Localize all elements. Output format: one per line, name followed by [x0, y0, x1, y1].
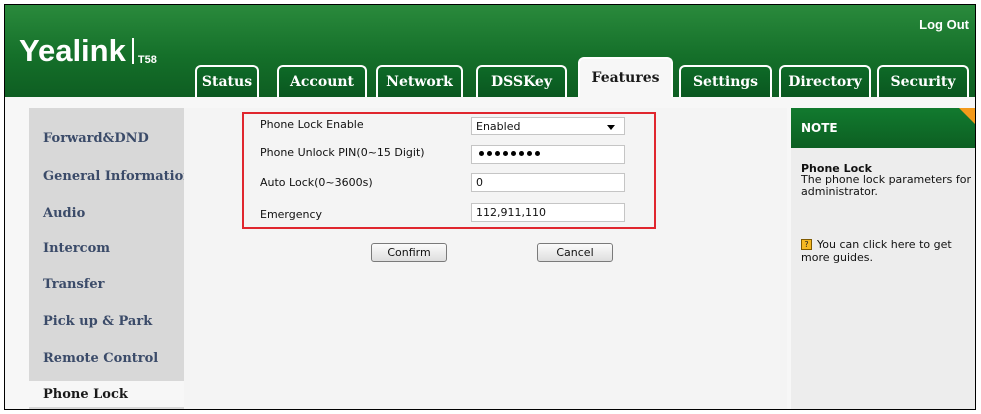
tab-status[interactable]: Status	[195, 65, 259, 97]
sidebar-item-transfer[interactable]: Transfer	[29, 271, 189, 297]
confirm-button[interactable]: Confirm	[371, 243, 447, 262]
emergency-label: Emergency	[260, 208, 323, 221]
sidebar-item-audio[interactable]: Audio	[29, 200, 189, 226]
password-dot	[511, 151, 516, 156]
sidebar-item-remote-control[interactable]: Remote Control	[29, 345, 189, 371]
yealink-logo: Yealink T58	[19, 33, 157, 69]
password-dot	[527, 151, 532, 156]
tab-network[interactable]: Network	[376, 65, 463, 97]
tab-dsskey[interactable]: DSSKey	[476, 65, 567, 97]
phone-lock-enable-value: Enabled	[476, 119, 521, 133]
logo-model: T58	[137, 54, 157, 66]
password-dot	[487, 151, 492, 156]
emergency-input[interactable]: 112,911,110	[471, 203, 625, 222]
tab-account[interactable]: Account	[277, 65, 367, 97]
tab-features[interactable]: Features	[578, 57, 673, 97]
sidebar-item-intercom[interactable]: Intercom	[29, 235, 189, 261]
guide-link[interactable]: You can click here to get more guides.	[801, 238, 973, 264]
tab-security[interactable]: Security	[877, 65, 969, 97]
password-dot	[519, 151, 524, 156]
phone-lock-enable-label: Phone Lock Enable	[260, 118, 364, 131]
unlock-pin-input[interactable]	[471, 145, 625, 164]
password-dot	[495, 151, 500, 156]
sidebar-item-pickup-park[interactable]: Pick up & Park	[29, 308, 189, 334]
sidebar-menu: Forward&DND General Information Audio In…	[29, 108, 193, 409]
page: Yealink T58 Log Out Status Account Networ…	[4, 4, 976, 410]
tab-settings[interactable]: Settings	[679, 65, 772, 97]
guide-book-icon[interactable]: ?	[801, 239, 812, 250]
sidebar-item-phone-lock[interactable]: Phone Lock	[29, 381, 189, 407]
logo-separator	[131, 38, 134, 64]
tab-directory[interactable]: Directory	[779, 65, 871, 97]
header-bar: Yealink T58 Log Out Status Account Networ…	[5, 5, 975, 97]
password-dot	[479, 151, 484, 156]
note-header-label: NOTE	[801, 121, 838, 135]
phone-lock-enable-select[interactable]: Enabled	[471, 117, 625, 135]
sidebar-item-general-information[interactable]: General Information	[29, 163, 193, 189]
logout-link[interactable]: Log Out	[919, 17, 969, 32]
note-text: The phone lock parameters for administra…	[801, 173, 972, 198]
note-panel: NOTE Phone Lock The phone lock parameter…	[791, 108, 975, 409]
logo-text: Yealink	[19, 33, 126, 68]
note-corner-icon	[959, 108, 975, 126]
auto-lock-input[interactable]: 0	[471, 173, 625, 192]
auto-lock-label: Auto Lock(0~3600s)	[260, 176, 373, 189]
masked-password-dots	[479, 151, 540, 156]
note-body: Phone Lock The phone lock parameters for…	[791, 148, 975, 409]
password-dot	[503, 151, 508, 156]
unlock-pin-label: Phone Unlock PIN(0~15 Digit)	[260, 146, 425, 159]
sidebar-item-forward-dnd[interactable]: Forward&DND	[29, 125, 189, 151]
password-dot	[535, 151, 540, 156]
chevron-down-icon	[607, 125, 615, 130]
cancel-button[interactable]: Cancel	[537, 243, 613, 262]
note-header: NOTE	[791, 108, 975, 148]
